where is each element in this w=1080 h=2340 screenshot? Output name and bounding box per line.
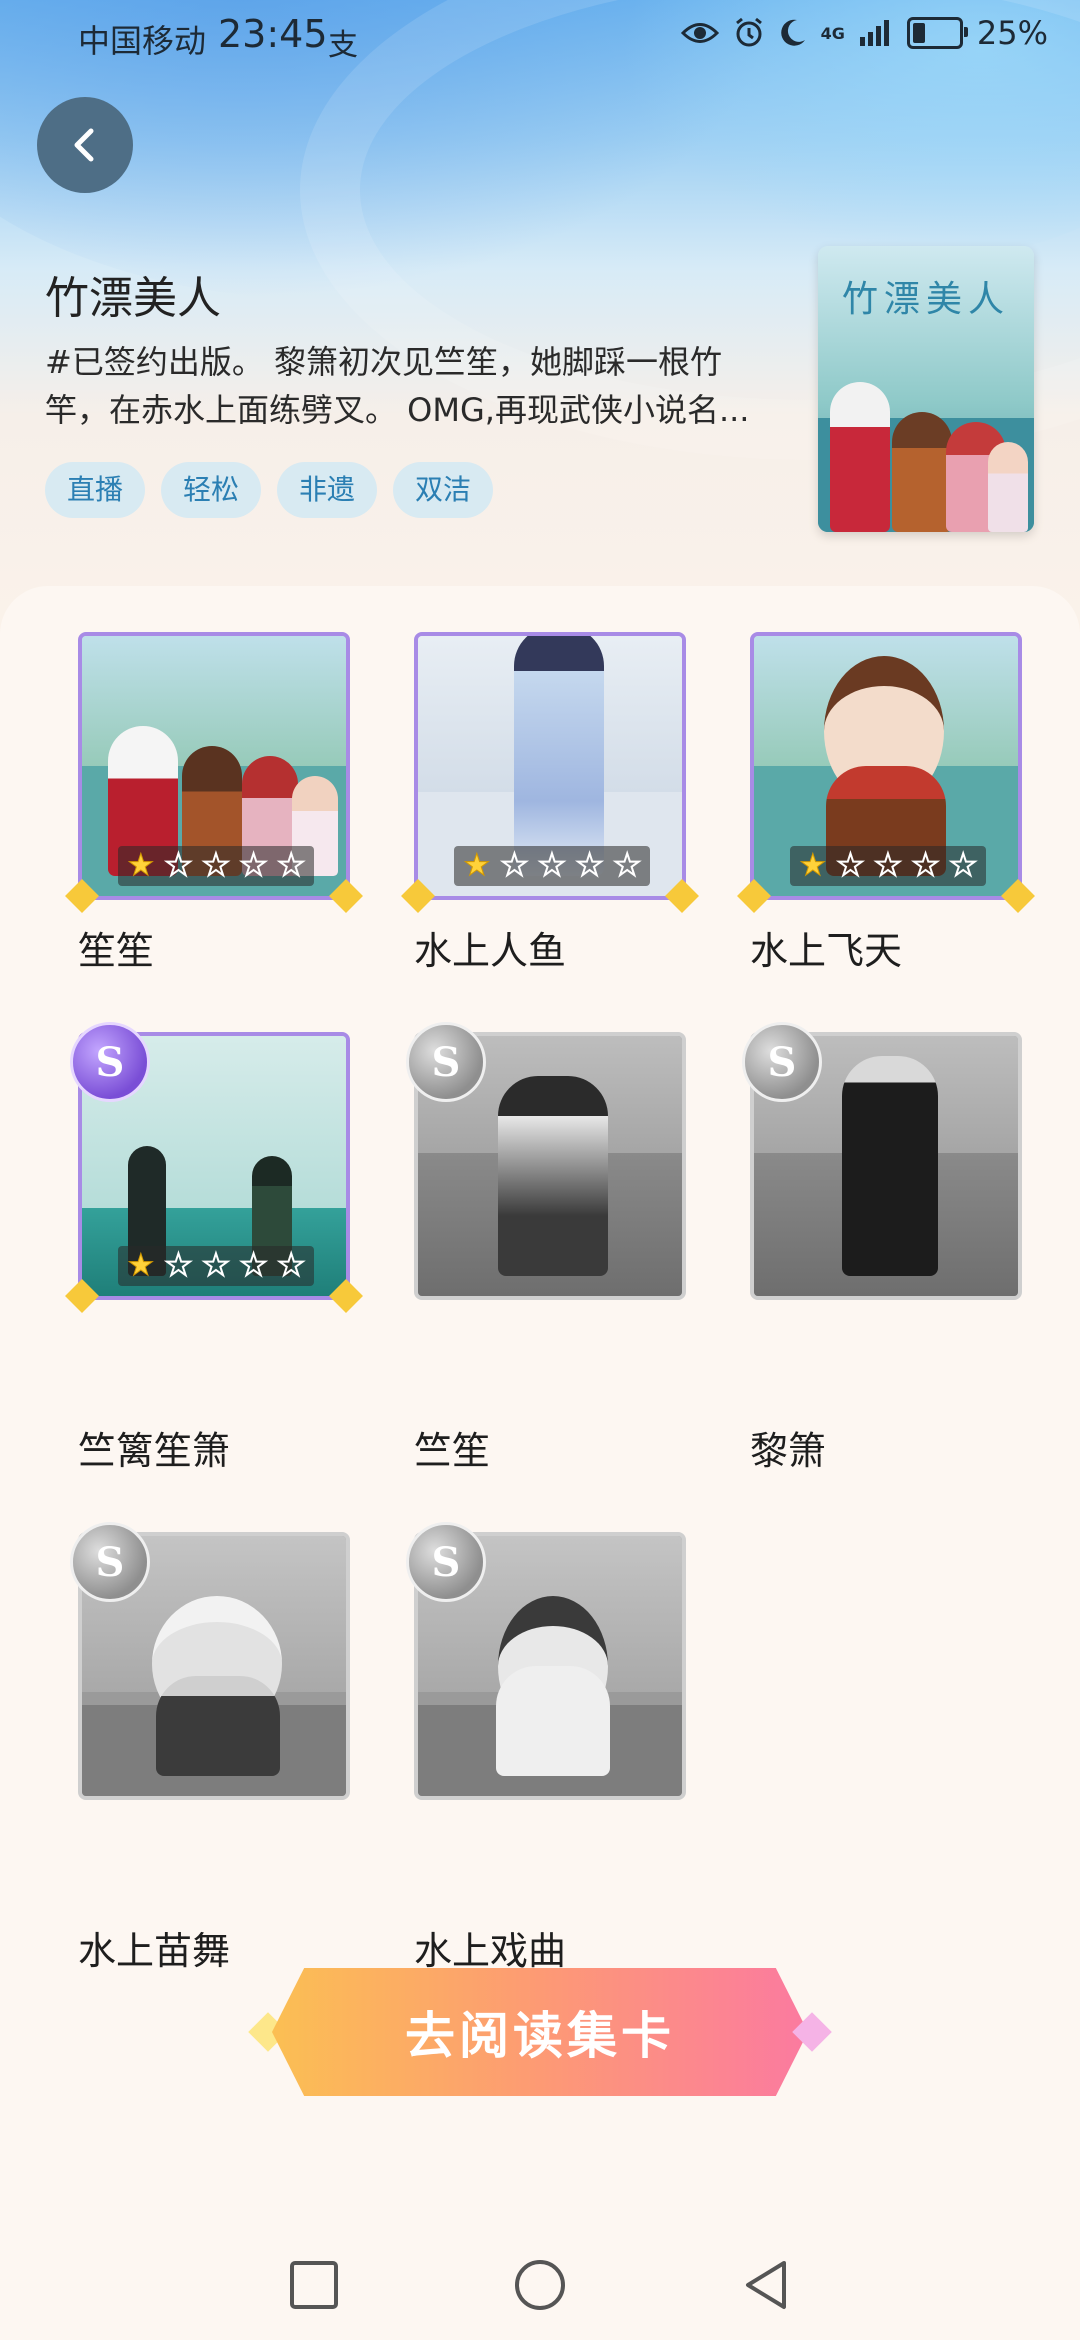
star-icon: ★ xyxy=(164,1248,193,1283)
system-navigation-bar xyxy=(0,2230,1080,2340)
tag-chip[interactable]: 轻松 xyxy=(161,462,262,518)
cover-title: 竹漂美人 xyxy=(841,279,1010,320)
battery-icon xyxy=(906,17,968,49)
collection-card-locked[interactable]: S xyxy=(70,1522,350,1800)
status-bar: 中国移动 23:45 支 4G 25% xyxy=(0,0,1080,76)
network-type: 4G xyxy=(820,23,845,43)
tag-chip[interactable]: 双洁 xyxy=(393,462,494,518)
star-rating: ★ ★ ★ ★ ★ xyxy=(118,846,314,886)
carrier-name: 中国移动 xyxy=(78,22,207,60)
star-rating: ★ ★ ★ ★ ★ xyxy=(454,846,650,886)
star-icon: ★ xyxy=(500,848,529,883)
description-line: 竿，在赤水上面练劈叉。 OMG,再现武侠小说名... xyxy=(45,391,750,429)
triangle-back-icon xyxy=(746,2261,786,2309)
card-name: 水上戏曲 xyxy=(414,1929,567,1973)
star-icon: ★ xyxy=(911,848,940,883)
star-rating: ★ ★ ★ ★ ★ xyxy=(790,846,986,886)
card-name: 笙笙 xyxy=(78,929,155,973)
s-rarity-badge: S xyxy=(742,1022,822,1102)
card-name: 黎箫 xyxy=(750,1429,827,1473)
star-icon: ★ xyxy=(239,1248,268,1283)
read-collect-cards-button[interactable]: 去阅读集卡 xyxy=(248,1968,832,2096)
eye-icon xyxy=(680,23,719,43)
star-icon: ★ xyxy=(874,848,903,883)
star-icon: ★ xyxy=(613,848,642,883)
chevron-left-icon xyxy=(74,128,94,162)
clock: 23:45 xyxy=(218,12,328,56)
collection-card[interactable]: ★ ★ ★ ★ ★ xyxy=(737,632,1035,913)
collection-card[interactable]: ★ ★ ★ ★ ★ xyxy=(401,632,699,913)
card-name: 竺篱笙箫 xyxy=(78,1429,231,1473)
star-icon: ★ xyxy=(202,848,231,883)
star-icon: ★ xyxy=(202,1248,231,1283)
moon-icon xyxy=(780,19,805,46)
star-icon: ★ xyxy=(575,848,604,883)
circle-icon xyxy=(515,2260,565,2310)
star-icon: ★ xyxy=(127,848,155,883)
card-name: 水上飞天 xyxy=(750,929,903,973)
book-title: 竹漂美人 xyxy=(45,273,221,324)
s-rarity-badge: S xyxy=(406,1022,486,1102)
star-icon: ★ xyxy=(949,848,978,883)
book-cover[interactable]: 竹漂美人 xyxy=(818,246,1034,532)
collection-card[interactable]: ★ ★ ★ ★ ★ xyxy=(65,632,363,913)
star-icon: ★ xyxy=(164,848,193,883)
star-icon: ★ xyxy=(277,1248,306,1283)
star-icon: ★ xyxy=(463,848,491,883)
star-icon: ★ xyxy=(836,848,865,883)
s-rarity-badge: S xyxy=(406,1522,486,1602)
notification-text: 支 xyxy=(328,28,358,63)
recent-apps-button[interactable] xyxy=(286,2257,342,2313)
back-button[interactable] xyxy=(37,97,133,193)
star-icon: ★ xyxy=(277,848,306,883)
s-rarity-badge: S xyxy=(70,1522,150,1602)
collection-card-locked[interactable]: S xyxy=(406,1522,686,1800)
book-description[interactable]: #已签约出版。 黎箫初次见竺笙，她脚踩一根竹 竿，在赤水上面练劈叉。 OMG,再… xyxy=(45,338,785,434)
signal-icon xyxy=(859,20,889,46)
tag-chip[interactable]: 非遗 xyxy=(277,462,378,518)
collection-card[interactable]: S ★ ★ ★ ★ ★ xyxy=(65,1022,363,1313)
alarm-icon xyxy=(735,17,762,47)
back-nav-button[interactable] xyxy=(738,2257,794,2313)
star-icon: ★ xyxy=(239,848,268,883)
home-button[interactable] xyxy=(512,2257,568,2313)
tag-chip[interactable]: 直播 xyxy=(45,462,146,518)
cta-label: 去阅读集卡 xyxy=(405,2007,675,2065)
collection-card-locked[interactable]: S xyxy=(406,1022,686,1300)
star-icon: ★ xyxy=(799,848,827,883)
tag-list: 直播 轻松 非遗 双洁 xyxy=(45,462,494,518)
card-name: 水上苗舞 xyxy=(78,1929,231,1973)
battery-percent: 25% xyxy=(976,14,1048,52)
card-name: 竺笙 xyxy=(414,1429,491,1473)
description-line: #已签约出版。 黎箫初次见竺笙，她脚踩一根竹 xyxy=(45,343,722,381)
collection-card-locked[interactable]: S xyxy=(742,1022,1022,1300)
star-icon: ★ xyxy=(127,1248,155,1283)
s-rarity-badge: S xyxy=(70,1022,150,1102)
star-rating: ★ ★ ★ ★ ★ xyxy=(118,1246,314,1286)
square-icon xyxy=(290,2261,338,2309)
star-icon: ★ xyxy=(538,848,567,883)
card-name: 水上人鱼 xyxy=(414,929,567,973)
